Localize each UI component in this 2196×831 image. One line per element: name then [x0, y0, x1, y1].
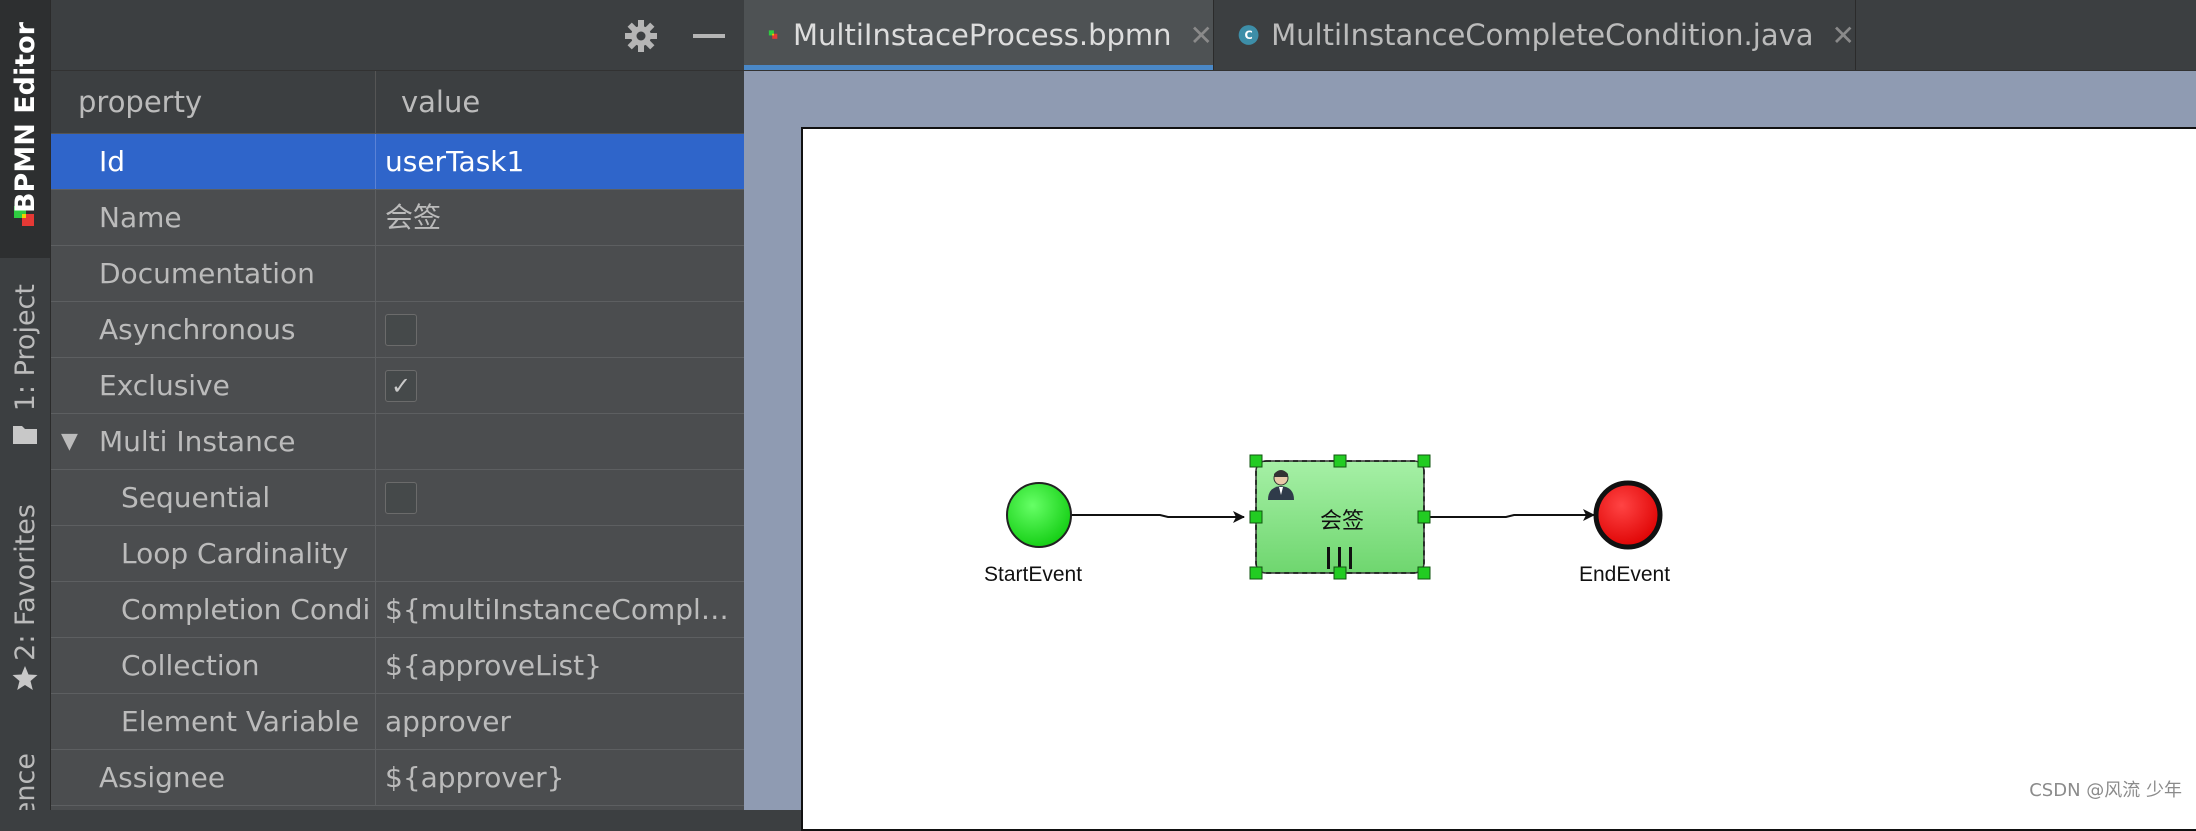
sequence-flow-start-to-task[interactable] — [1070, 511, 1245, 523]
property-row-multi-instance[interactable]: ▼ Multi Instance — [51, 414, 744, 470]
tool-tab-favorites[interactable]: 2: Favorites — [0, 500, 50, 700]
property-name: Asynchronous — [99, 313, 296, 346]
property-value-assignee[interactable]: ${approver} — [385, 750, 740, 805]
property-row-exclusive[interactable]: Exclusive ✓ — [51, 358, 744, 414]
asynchronous-checkbox[interactable] — [385, 314, 417, 346]
close-icon[interactable]: ✕ — [1190, 19, 1213, 52]
star-icon — [12, 666, 38, 690]
property-row-name[interactable]: Name 会签 — [51, 190, 744, 246]
settings-button[interactable] — [622, 17, 660, 55]
property-table-header: property value — [51, 71, 744, 134]
tool-tab-bpmn-editor[interactable]: BPMN Editor — [0, 0, 50, 258]
property-row-collection[interactable]: Collection ${approveList} — [51, 638, 744, 694]
property-row-assignee[interactable]: Assignee ${approver} — [51, 750, 744, 806]
expand-triangle-icon[interactable]: ▼ — [61, 414, 78, 469]
tool-tab-partial[interactable]: ence — [0, 745, 50, 810]
property-row-documentation[interactable]: Documentation — [51, 246, 744, 302]
property-value-loop-cardinality[interactable] — [385, 526, 740, 581]
tab-multiinstancecompletecondition-java[interactable]: C MultiInstanceCompleteCondition.java ✕ — [1214, 0, 1856, 70]
tool-tab-bpmn-editor-label: BPMN Editor — [9, 22, 41, 214]
row-divider — [375, 246, 376, 301]
row-divider — [375, 134, 376, 189]
svg-text:C: C — [1244, 29, 1252, 42]
close-icon[interactable]: ✕ — [1832, 19, 1855, 52]
editor-tab-bar: MultiInstaceProcess.bpmn ✕ C MultiInstan… — [744, 0, 2196, 71]
property-table: Id userTask1 Name 会签 Documentation Async… — [51, 134, 744, 806]
row-divider — [375, 582, 376, 637]
property-name: Sequential — [121, 481, 271, 514]
property-name: Name — [99, 201, 182, 234]
property-row-sequential[interactable]: Sequential — [51, 470, 744, 526]
start-event-label: StartEvent — [984, 563, 1083, 586]
tool-window-strip: BPMN Editor 1: Project 2: Favorites ence — [0, 0, 51, 810]
properties-panel: property value Id userTask1 Name 会签 Docu… — [51, 0, 744, 810]
property-name: Exclusive — [99, 369, 230, 402]
property-name: Assignee — [99, 761, 226, 794]
row-divider — [375, 190, 376, 245]
diagram-canvas[interactable]: StartEvent 会签 EndEvent CSDN @风流 少年 — [744, 71, 2196, 831]
user-task-label: 会签 — [1320, 508, 1365, 533]
tool-tab-project[interactable]: 1: Project — [0, 278, 50, 454]
sequential-checkbox[interactable] — [385, 482, 417, 514]
tool-tab-favorites-label: 2: Favorites — [9, 504, 41, 661]
property-row-asynchronous[interactable]: Asynchronous — [51, 302, 744, 358]
property-name: Loop Cardinality — [121, 537, 349, 570]
property-value-documentation[interactable] — [385, 246, 740, 301]
property-name: Collection — [121, 649, 260, 682]
checkmark-icon: ✓ — [390, 372, 412, 400]
end-event-label: EndEvent — [1579, 563, 1671, 586]
property-value-name[interactable]: 会签 — [385, 190, 740, 245]
property-name: Documentation — [99, 257, 315, 290]
column-header-property[interactable]: property — [78, 71, 202, 133]
folder-icon — [13, 426, 37, 444]
row-divider — [375, 526, 376, 581]
property-row-element-variable[interactable]: Element Variable approver — [51, 694, 744, 750]
row-divider — [375, 750, 376, 805]
start-event[interactable] — [1006, 482, 1072, 548]
gear-icon — [625, 20, 657, 52]
property-name: Id — [99, 145, 126, 178]
row-divider — [375, 694, 376, 749]
tab-multiinstaceprocess-bpmn[interactable]: MultiInstaceProcess.bpmn ✕ — [744, 0, 1214, 70]
column-header-value[interactable]: value — [401, 71, 480, 133]
watermark: CSDN @风流 少年 — [2029, 780, 2182, 801]
tool-tab-project-label: 1: Project — [9, 284, 41, 412]
end-event[interactable] — [1593, 480, 1663, 550]
exclusive-checkbox[interactable]: ✓ — [385, 370, 417, 402]
sequence-flow-task-to-end[interactable] — [1424, 509, 1595, 521]
bpmn-diagram — [1006, 454, 1663, 580]
property-row-loop-cardinality[interactable]: Loop Cardinality — [51, 526, 744, 582]
property-name: Completion Condi — [121, 593, 371, 626]
tab-label: MultiInstaceProcess.bpmn — [793, 18, 1172, 52]
property-value-id[interactable]: userTask1 — [385, 134, 740, 189]
row-divider — [375, 358, 376, 413]
property-value-collection[interactable]: ${approveList} — [385, 638, 740, 693]
property-row-completion-condition[interactable]: Completion Condi ${multiInstanceComplet.… — [51, 582, 744, 638]
class-c-icon: C — [1238, 25, 1259, 45]
property-name: Element Variable — [121, 705, 360, 738]
minimize-button[interactable] — [690, 17, 728, 55]
tab-label: MultiInstanceCompleteCondition.java — [1271, 18, 1814, 52]
property-value-multi-instance — [385, 414, 740, 469]
property-value-element-variable[interactable]: approver — [385, 694, 740, 749]
column-divider — [375, 71, 376, 133]
property-row-id[interactable]: Id userTask1 — [51, 134, 744, 190]
minimize-icon — [693, 34, 725, 38]
row-divider — [375, 470, 376, 525]
row-divider — [375, 638, 376, 693]
panel-header — [51, 0, 744, 71]
row-divider — [375, 414, 376, 469]
property-value-completion-condition[interactable]: ${multiInstanceComplet... — [385, 582, 740, 637]
property-name: Multi Instance — [99, 425, 296, 458]
bpmn-icon — [768, 30, 778, 39]
row-divider — [375, 302, 376, 357]
tool-tab-partial-label: ence — [9, 753, 41, 810]
